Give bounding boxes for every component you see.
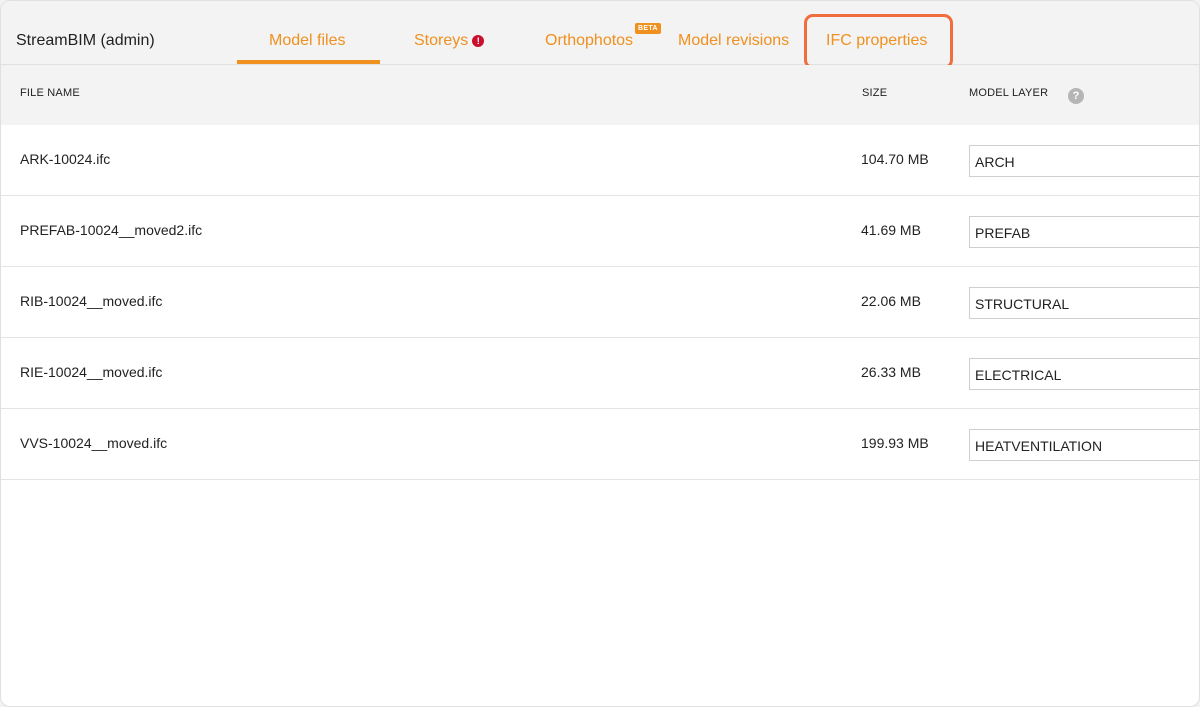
- model-layer-input[interactable]: STRUCTURAL: [969, 287, 1199, 319]
- file-size-cell: 104.70 MB: [861, 151, 929, 167]
- model-layer-input[interactable]: PREFAB: [969, 216, 1199, 248]
- top-navigation: StreamBIM (admin) Model files Storeys! O…: [1, 1, 1199, 69]
- tab-model-revisions[interactable]: Model revisions: [678, 32, 789, 50]
- table-row: RIE-10024__moved.ifc 26.33 MB ELECTRICAL: [1, 338, 1199, 409]
- file-name-cell: RIE-10024__moved.ifc: [20, 364, 163, 380]
- column-header-file-name[interactable]: FILE NAME: [20, 87, 80, 99]
- file-size-cell: 26.33 MB: [861, 364, 921, 380]
- model-layer-input[interactable]: ARCH: [969, 145, 1199, 177]
- exclamation-icon: !: [472, 35, 485, 47]
- app-window: StreamBIM (admin) Model files Storeys! O…: [0, 0, 1200, 707]
- tab-ifc-properties[interactable]: IFC properties: [826, 32, 927, 50]
- file-name-cell: PREFAB-10024__moved2.ifc: [20, 222, 203, 238]
- file-name-cell: ARK-10024.ifc: [20, 151, 111, 167]
- active-tab-indicator: [237, 60, 380, 64]
- tab-storeys[interactable]: Storeys!: [414, 32, 485, 50]
- file-size-cell: 22.06 MB: [861, 293, 921, 309]
- tab-storeys-label: Storeys: [414, 32, 469, 49]
- table-row: PREFAB-10024__moved2.ifc 41.69 MB PREFAB: [1, 196, 1199, 267]
- app-title: StreamBIM (admin): [16, 32, 155, 49]
- table-row: RIB-10024__moved.ifc 22.06 MB STRUCTURAL: [1, 267, 1199, 338]
- column-header-model-layer[interactable]: MODEL LAYER: [969, 87, 1048, 99]
- table-row: ARK-10024.ifc 104.70 MB ARCH: [1, 125, 1199, 196]
- file-name-cell: RIB-10024__moved.ifc: [20, 293, 163, 309]
- file-size-cell: 41.69 MB: [861, 222, 921, 238]
- table-header: FILE NAME SIZE MODEL LAYER ?: [1, 65, 1199, 125]
- table-row: VVS-10024__moved.ifc 199.93 MB HEATVENTI…: [1, 409, 1199, 480]
- tab-model-files[interactable]: Model files: [269, 32, 345, 50]
- beta-badge: BETA: [635, 23, 661, 34]
- file-name-cell: VVS-10024__moved.ifc: [20, 435, 168, 451]
- model-layer-input[interactable]: HEATVENTILATION: [969, 429, 1199, 461]
- file-size-cell: 199.93 MB: [861, 435, 929, 451]
- help-icon[interactable]: ?: [1068, 88, 1084, 104]
- model-layer-input[interactable]: ELECTRICAL: [969, 358, 1199, 390]
- tab-orthophotos[interactable]: Orthophotos: [545, 32, 633, 50]
- column-header-size[interactable]: SIZE: [862, 87, 887, 99]
